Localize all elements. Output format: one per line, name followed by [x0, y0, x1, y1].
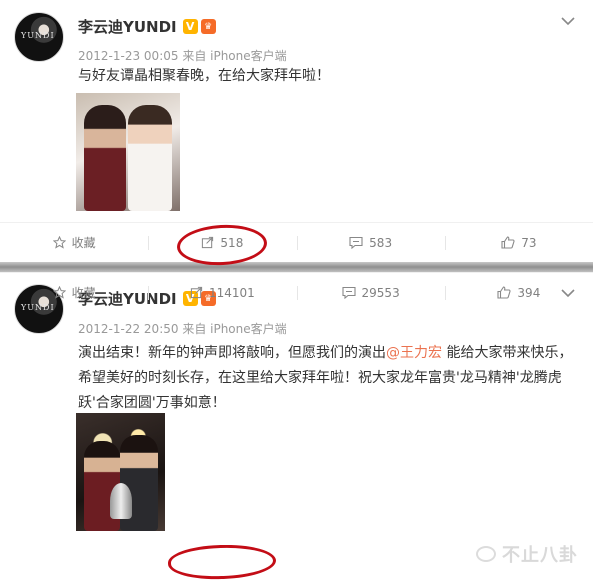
mention-link[interactable]: @王力宏 [386, 345, 442, 361]
comment-button[interactable]: 583 [296, 223, 445, 262]
repost-count: 518 [220, 235, 244, 250]
like-button[interactable]: 73 [444, 223, 593, 262]
chevron-down-icon[interactable] [561, 14, 575, 28]
user-name[interactable]: 李云迪YUNDI [78, 16, 177, 37]
post-photo[interactable] [76, 413, 165, 531]
repost-count: 114101 [208, 285, 255, 300]
photo-person-left [84, 105, 126, 211]
photo-trophy [110, 483, 132, 519]
avatar[interactable]: YUNDI [14, 12, 64, 62]
comment-count: 583 [369, 235, 393, 250]
vip-crown-icon: ♛ [200, 19, 216, 34]
star-icon [52, 286, 66, 299]
like-button[interactable]: 394 [444, 273, 593, 312]
action-bar: 收藏 518 583 73 [0, 222, 593, 262]
like-count: 73 [521, 235, 537, 250]
post-meta[interactable]: 2012-1-23 00:05 来自 iPhone客户端 [78, 47, 287, 64]
thumbs-up-icon [497, 286, 511, 299]
verified-icon: V [182, 19, 198, 34]
comment-count: 29553 [361, 285, 400, 300]
star-icon [52, 236, 66, 249]
weibo-post-1: YUNDI 李云迪YUNDI V ♛ 2012-1-23 00:05 来自 iP… [0, 0, 593, 262]
action-bar: 收藏 114101 29553 394 [0, 272, 593, 312]
post-meta[interactable]: 2012-1-22 20:50 来自 iPhone客户端 [78, 320, 287, 337]
post-text-before: 演出结束！新年的钟声即将敲响，但愿我们的演出 [78, 345, 386, 361]
post-text: 与好友谭晶相聚春晚，在给大家拜年啦！ [78, 68, 330, 84]
watermark: 不止八卦 [476, 541, 578, 567]
favorite-button[interactable]: 收藏 [0, 223, 148, 262]
watermark-text: 不止八卦 [502, 545, 578, 566]
comment-button[interactable]: 29553 [296, 273, 445, 312]
like-count: 394 [517, 285, 541, 300]
thumbs-up-icon [501, 236, 515, 249]
favorite-button[interactable]: 收藏 [0, 273, 148, 312]
repost-icon [190, 286, 203, 299]
avatar-text: YUNDI [21, 31, 55, 40]
repost-button[interactable]: 114101 [148, 273, 296, 312]
repost-icon [202, 236, 214, 249]
comment-icon [349, 236, 363, 249]
repost-button[interactable]: 518 [148, 223, 296, 262]
user-name-row: 李云迪YUNDI V ♛ [78, 16, 216, 37]
post-text: 演出结束！新年的钟声即将敲响，但愿我们的演出@王力宏 能给大家带来快乐，希望美好… [78, 341, 573, 416]
favorite-label: 收藏 [71, 236, 96, 250]
wechat-icon [476, 546, 496, 562]
post-divider [0, 262, 593, 272]
post-photo[interactable] [76, 93, 180, 211]
favorite-label: 收藏 [71, 286, 96, 300]
comment-icon [341, 286, 356, 299]
photo-person-right [128, 105, 172, 211]
